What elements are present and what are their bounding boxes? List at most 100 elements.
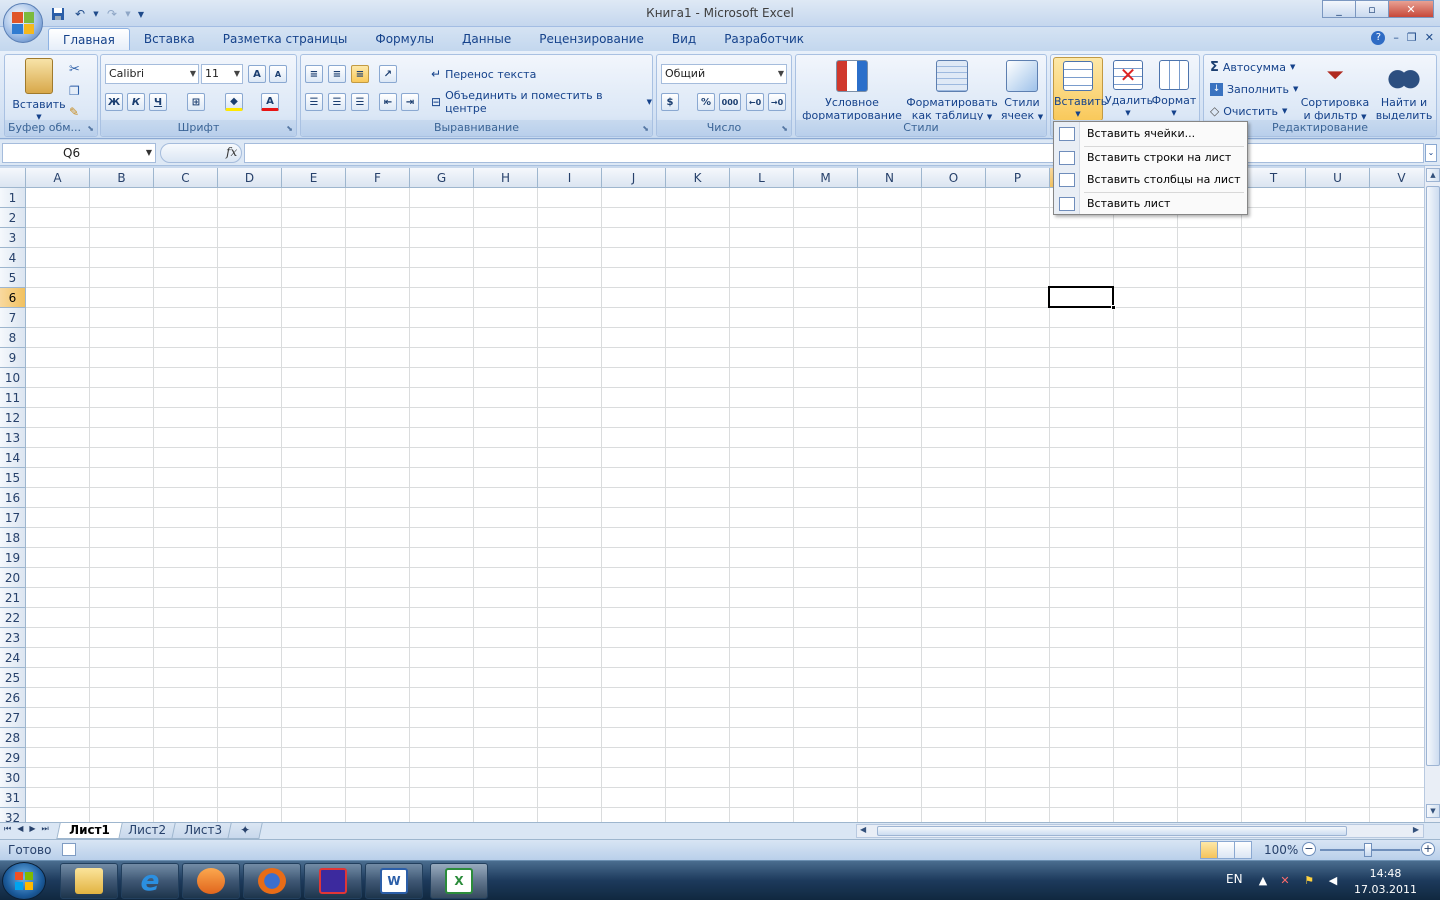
taskbar-save-app[interactable] — [304, 863, 362, 899]
menu-insert-rows[interactable]: Вставить строки на лист — [1054, 147, 1247, 169]
page-layout-view-icon[interactable] — [1217, 841, 1235, 859]
macro-record-icon[interactable] — [62, 843, 76, 856]
row-header[interactable]: 6 — [0, 288, 26, 308]
row-header[interactable]: 1 — [0, 188, 26, 208]
network-icon[interactable]: ✕ — [1278, 874, 1292, 888]
bold-button[interactable]: Ж — [105, 92, 123, 112]
horizontal-scroll-thumb[interactable] — [877, 826, 1347, 836]
menu-insert-sheet[interactable]: Вставить лист — [1054, 193, 1247, 215]
percent-button[interactable]: % — [697, 92, 715, 112]
column-header[interactable]: E — [282, 168, 346, 188]
increase-indent-button[interactable]: ⇥ — [401, 92, 419, 112]
column-header[interactable]: B — [90, 168, 154, 188]
tab-review[interactable]: Рецензирование — [525, 28, 658, 50]
customize-qat-icon[interactable]: ▼ — [134, 5, 148, 23]
first-sheet-icon[interactable]: ⏮ — [4, 824, 11, 834]
column-header[interactable]: D — [218, 168, 282, 188]
row-header[interactable]: 22 — [0, 608, 26, 628]
row-header[interactable]: 23 — [0, 628, 26, 648]
autosum-button[interactable]: Σ Автосумма ▼ — [1210, 57, 1295, 77]
sheet-tab-2[interactable]: Лист2 — [115, 823, 179, 839]
save-icon[interactable] — [48, 5, 68, 23]
sheet-tab-3[interactable]: Лист3 — [171, 823, 235, 839]
doc-close-icon[interactable]: ✕ — [1425, 31, 1434, 45]
column-header[interactable]: M — [794, 168, 858, 188]
vertical-scroll-thumb[interactable] — [1426, 186, 1440, 766]
row-header[interactable]: 8 — [0, 328, 26, 348]
undo-icon[interactable]: ↶ — [70, 5, 90, 23]
row-header[interactable]: 20 — [0, 568, 26, 588]
column-header[interactable]: K — [666, 168, 730, 188]
column-header[interactable]: O — [922, 168, 986, 188]
expand-formula-bar-icon[interactable]: ⌄ — [1425, 144, 1437, 162]
alignment-launcher-icon[interactable]: ⬊ — [642, 124, 649, 133]
underline-button[interactable]: Ч — [149, 92, 167, 112]
borders-button[interactable]: ⊞ — [187, 92, 205, 112]
taskbar-media-player[interactable] — [182, 863, 240, 899]
orientation-button[interactable]: ↗ — [379, 64, 397, 84]
zoom-in-icon[interactable]: + — [1421, 842, 1435, 856]
zoom-out-icon[interactable]: − — [1302, 842, 1316, 856]
column-header[interactable]: J — [602, 168, 666, 188]
row-header[interactable]: 17 — [0, 508, 26, 528]
grow-font-button[interactable]: A — [248, 64, 266, 84]
fill-handle[interactable] — [1111, 305, 1116, 310]
row-header[interactable]: 7 — [0, 308, 26, 328]
tab-developer[interactable]: Разработчик — [710, 28, 818, 50]
scroll-left-icon[interactable]: ◀ — [860, 825, 866, 834]
font-name-combo[interactable]: Calibri ▼ — [105, 64, 199, 84]
column-header[interactable]: G — [410, 168, 474, 188]
column-header[interactable]: T — [1242, 168, 1306, 188]
row-header[interactable]: 19 — [0, 548, 26, 568]
undo-dropdown-icon[interactable]: ▼ — [92, 5, 100, 23]
cell-styles-button[interactable]: Стили ячеек ▼ — [998, 60, 1046, 124]
align-left-button[interactable]: ☰ — [305, 92, 323, 112]
minimize-button[interactable]: _ — [1322, 0, 1356, 18]
column-header[interactable]: H — [474, 168, 538, 188]
normal-view-icon[interactable] — [1200, 841, 1218, 859]
select-all-corner[interactable] — [0, 168, 26, 188]
shrink-font-button[interactable]: A — [269, 64, 287, 84]
row-header[interactable]: 2 — [0, 208, 26, 228]
taskbar-firefox[interactable] — [243, 863, 301, 899]
tab-data[interactable]: Данные — [448, 28, 525, 50]
row-header[interactable]: 11 — [0, 388, 26, 408]
row-header[interactable]: 27 — [0, 708, 26, 728]
italic-button[interactable]: К — [127, 92, 145, 112]
row-header[interactable]: 21 — [0, 588, 26, 608]
scroll-down-icon[interactable]: ▼ — [1426, 804, 1440, 818]
scroll-right-icon[interactable]: ▶ — [1413, 825, 1419, 834]
column-header[interactable]: P — [986, 168, 1050, 188]
chevron-down-icon[interactable]: ▼ — [146, 144, 152, 162]
name-box[interactable]: Q6 ▼ — [2, 143, 156, 163]
menu-insert-columns[interactable]: Вставить столбцы на лист — [1054, 169, 1247, 191]
clear-button[interactable]: ◇ Очистить ▼ — [1210, 101, 1287, 121]
fill-color-button[interactable]: ◆ — [225, 92, 243, 112]
currency-button[interactable]: $ — [661, 92, 679, 112]
tab-page-layout[interactable]: Разметка страницы — [209, 28, 362, 50]
row-header[interactable]: 14 — [0, 448, 26, 468]
tab-formulas[interactable]: Формулы — [361, 28, 448, 50]
action-center-icon[interactable]: ⚑ — [1302, 874, 1316, 888]
column-header[interactable]: F — [346, 168, 410, 188]
close-button[interactable]: ✕ — [1388, 0, 1434, 18]
last-sheet-icon[interactable]: ⏭ — [42, 824, 49, 834]
row-header[interactable]: 10 — [0, 368, 26, 388]
row-header[interactable]: 30 — [0, 768, 26, 788]
row-header[interactable]: 5 — [0, 268, 26, 288]
wrap-text-button[interactable]: ↵ Перенос текста — [431, 64, 536, 84]
prev-sheet-icon[interactable]: ◀ — [17, 824, 23, 834]
office-button[interactable] — [3, 3, 43, 43]
row-header[interactable]: 28 — [0, 728, 26, 748]
clipboard-launcher-icon[interactable]: ⬊ — [87, 124, 94, 133]
delete-cells-button[interactable]: ✕ Удалить ▼ — [1105, 60, 1153, 120]
column-header[interactable]: C — [154, 168, 218, 188]
menu-insert-cells[interactable]: Вставить ячейки... — [1054, 123, 1247, 145]
redo-dropdown-icon[interactable]: ▼ — [124, 5, 132, 23]
format-painter-button[interactable]: ✎ — [69, 102, 79, 122]
clock[interactable]: 14:48 17.03.2011 — [1354, 866, 1417, 898]
row-header[interactable]: 9 — [0, 348, 26, 368]
copy-button[interactable]: ❐ — [69, 81, 80, 101]
taskbar-word[interactable]: W — [365, 863, 423, 899]
row-header[interactable]: 31 — [0, 788, 26, 808]
